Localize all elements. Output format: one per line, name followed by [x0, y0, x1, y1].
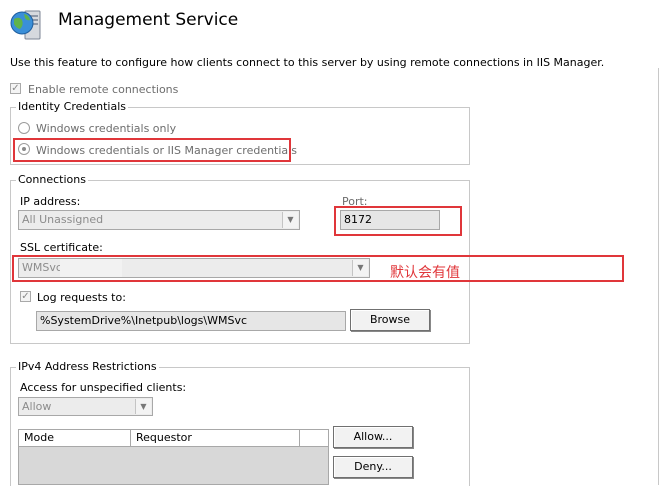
page-title: Management Service	[58, 10, 239, 30]
log-path-input[interactable]: %SystemDrive%\Inetpub\logs\WMSvc	[36, 311, 346, 331]
chevron-down-icon: ▼	[135, 399, 151, 414]
allow-button[interactable]: Allow...	[333, 426, 413, 448]
access-unspecified-select[interactable]: Allow ▼	[18, 397, 153, 416]
radio-windows-only-label: Windows credentials only	[36, 122, 177, 135]
highlight-credentials	[13, 138, 291, 162]
highlight-port	[334, 206, 462, 236]
column-requestor[interactable]: Requestor	[131, 430, 300, 446]
globe-server-icon	[9, 7, 45, 43]
enable-remote-label: Enable remote connections	[28, 83, 179, 96]
ipv4-restrictions-legend: IPv4 Address Restrictions	[16, 360, 159, 373]
radio-windows-only[interactable]	[18, 122, 30, 134]
ssl-certificate-label: SSL certificate:	[20, 241, 103, 254]
log-requests-label: Log requests to:	[37, 291, 126, 304]
browse-button[interactable]: Browse	[350, 309, 430, 331]
ip-address-select[interactable]: All Unassigned ▼	[18, 210, 300, 230]
chevron-down-icon: ▼	[282, 212, 298, 228]
pane-divider	[658, 68, 659, 485]
ip-address-value: All Unassigned	[22, 213, 104, 226]
restrictions-list-header: Mode Requestor	[19, 430, 328, 447]
log-requests-checkbox[interactable]: ✓	[20, 291, 31, 302]
access-unspecified-value: Allow	[22, 400, 52, 413]
highlight-ssl	[12, 255, 624, 282]
connections-legend: Connections	[16, 173, 88, 186]
access-unspecified-label: Access for unspecified clients:	[20, 381, 187, 394]
page-description: Use this feature to configure how client…	[10, 56, 605, 69]
restrictions-list[interactable]: Mode Requestor	[18, 429, 329, 485]
column-mode[interactable]: Mode	[19, 430, 131, 446]
deny-button[interactable]: Deny...	[333, 456, 413, 478]
identity-credentials-legend: Identity Credentials	[16, 100, 129, 113]
enable-remote-checkbox[interactable]: ✓	[10, 83, 21, 94]
log-path-value: %SystemDrive%\Inetpub\logs\WMSvc	[40, 314, 248, 327]
annotation-default-value: 默认会有值	[390, 265, 460, 281]
ip-address-label: IP address:	[20, 195, 81, 208]
